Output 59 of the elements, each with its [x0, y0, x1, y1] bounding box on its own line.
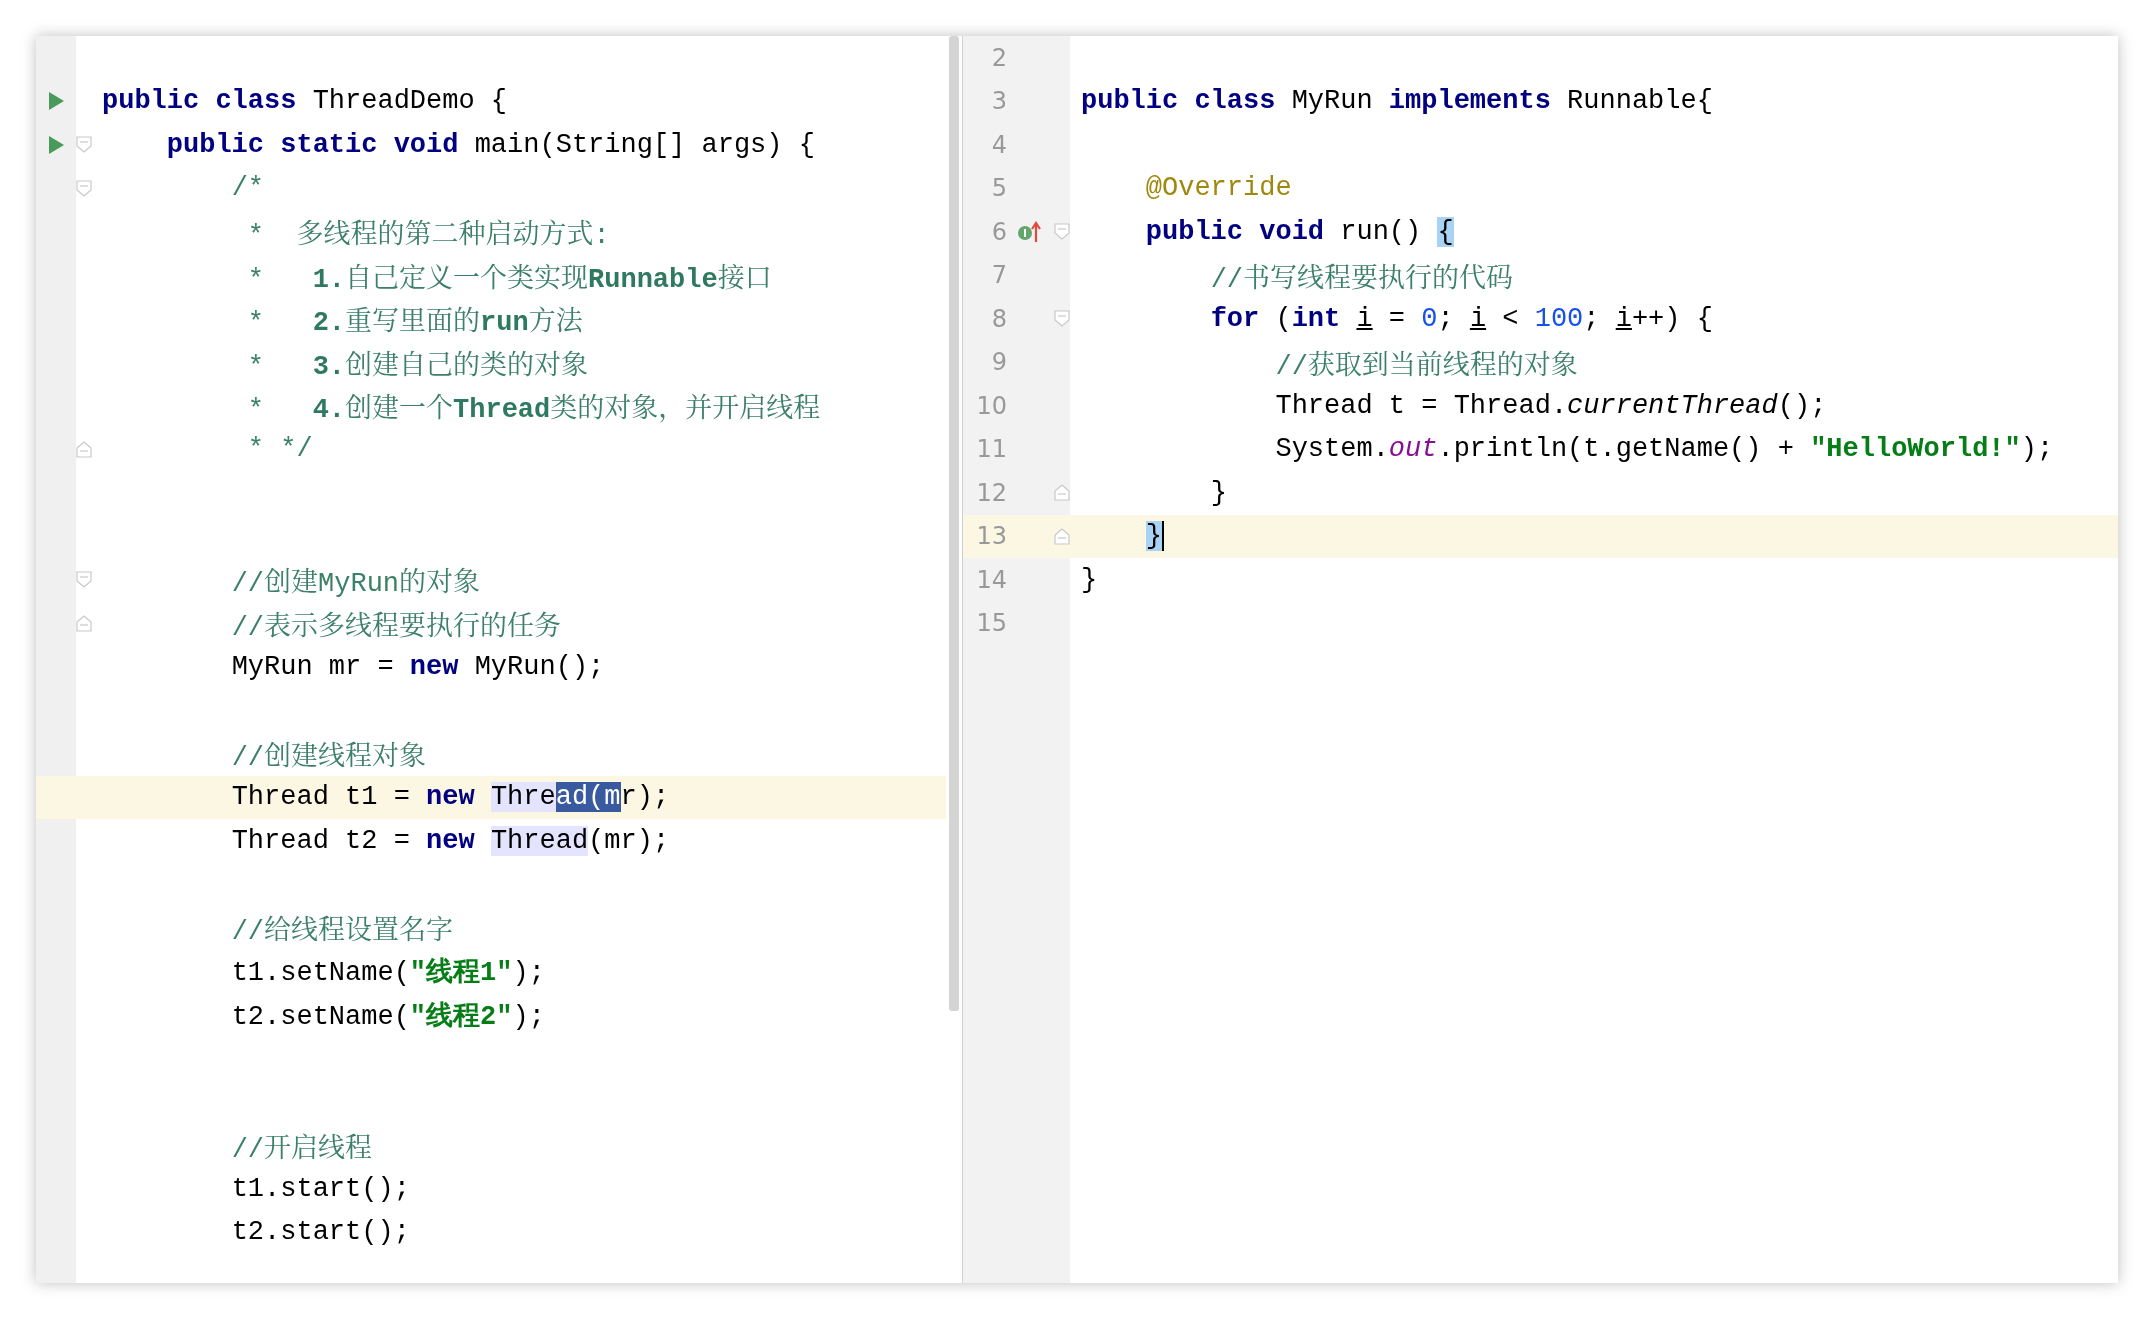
code-line: //开启线程 — [230, 1132, 373, 1165]
code-line: * 3.创建自己的类的对象 — [246, 349, 589, 382]
code-line: } — [1081, 521, 1164, 552]
line-number: 5 — [991, 174, 1007, 203]
code-line: } — [1081, 564, 1098, 595]
code-line: Thread t2 = new Thread(mr); — [230, 825, 670, 856]
code-line: * 2.重写里面的run方法 — [246, 305, 583, 339]
fold-icon[interactable] — [76, 614, 92, 632]
code-line: //表示多线程要执行的任务 — [230, 610, 562, 643]
fold-icon[interactable] — [76, 179, 92, 197]
code-line: for (int i = 0; i < 100; i++) { — [1209, 303, 1713, 334]
fold-icon[interactable] — [76, 440, 92, 458]
line-number: 14 — [976, 565, 1007, 594]
code-line: //创建MyRun的对象 — [230, 566, 481, 600]
line-number: 10 — [976, 391, 1007, 420]
fold-icon[interactable] — [1054, 527, 1070, 545]
code-line: MyRun mr = new MyRun(); — [230, 651, 605, 682]
fold-icon[interactable] — [1054, 310, 1070, 328]
line-number: 7 — [991, 261, 1007, 290]
code-line: //给线程设置名字 — [230, 914, 454, 948]
line-number: 8 — [991, 304, 1007, 333]
code-line: * 4.创建一个Thread类的对象，并开启线程 — [246, 392, 821, 426]
line-number: 9 — [991, 348, 1007, 377]
line-number: 6 — [991, 217, 1007, 246]
code-line: //书写线程要执行的代码 — [1209, 262, 1514, 295]
code-line: public static void main(String[] args) { — [165, 129, 815, 160]
code-line: * */ — [246, 434, 313, 465]
fold-icon[interactable] — [76, 571, 92, 589]
code-line: } — [1209, 477, 1227, 508]
line-number: 2 — [991, 43, 1007, 72]
line-number: 11 — [976, 435, 1007, 464]
code-line: t2.start(); — [230, 1217, 410, 1248]
code-line: public class MyRun implements Runnable{ — [1081, 86, 1713, 117]
run-icon[interactable] — [48, 92, 64, 111]
code-line: //获取到当前线程的对象 — [1274, 349, 1578, 382]
code-line: t1.start(); — [230, 1173, 410, 1204]
code-line: /* — [230, 173, 265, 204]
code-line: //创建线程对象 — [230, 740, 427, 774]
code-line: @Override — [1144, 173, 1292, 204]
code-line: t1.setName("线程1"); — [230, 956, 545, 990]
implements-icon[interactable] — [1017, 220, 1043, 243]
fold-icon[interactable] — [76, 136, 92, 154]
code-line: public class ThreadDemo { — [102, 86, 508, 117]
line-number: 15 — [976, 609, 1007, 638]
run-icon[interactable] — [48, 135, 64, 154]
line-number: 3 — [991, 87, 1007, 116]
line-number: 4 — [991, 130, 1007, 159]
code-line: Thread t1 = new Thread(mr); — [230, 782, 670, 813]
fold-icon[interactable] — [1054, 223, 1070, 241]
line-number: 13 — [976, 522, 1007, 551]
code-line: * 多线程的第二种启动方式: — [246, 218, 610, 252]
fold-icon[interactable] — [1054, 484, 1070, 502]
line-number: 12 — [976, 478, 1007, 507]
scrollbar-thumb[interactable] — [949, 36, 959, 1011]
code-line: public void run() { — [1144, 216, 1454, 247]
code-line: Thread t = Thread.currentThread(); — [1274, 390, 1827, 421]
code-line: * 1.自己定义一个类实现Runnable接口 — [246, 263, 772, 295]
code-line: t2.setName("线程2"); — [230, 1000, 545, 1033]
code-line: System.out.println(t.getName() + "HelloWorld!"); — [1274, 434, 2054, 465]
